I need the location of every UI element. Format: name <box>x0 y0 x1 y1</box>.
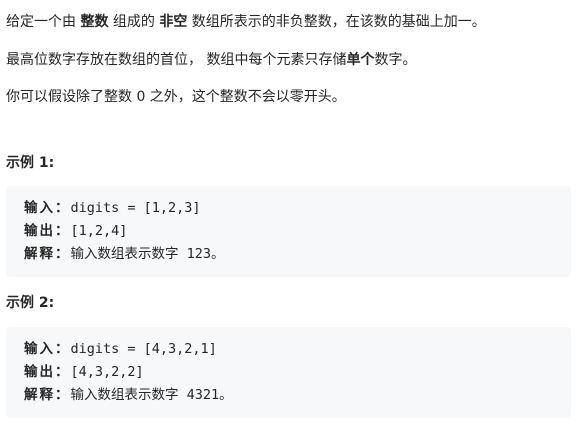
description-text: 组成的 <box>108 14 160 30</box>
example-1-output-value: [1,2,4] <box>70 223 128 239</box>
explanation-label: 解释： <box>24 387 71 403</box>
output-label: 输出： <box>24 364 71 380</box>
example-2-output-value: [4,3,2,2] <box>70 364 144 380</box>
example-1-explanation-value: 输入数组表示数字 123。 <box>70 246 225 262</box>
example-2-output-line: 输出：[4,3,2,2] <box>24 361 571 384</box>
example-1-code-block: 输入：digits = [1,2,3] 输出：[1,2,4] 解释：输入数组表示… <box>6 186 571 277</box>
description-text: 数组所表示的非负整数，在该数的基础上加一。 <box>187 14 486 30</box>
example-1-input-value: digits = [1,2,3] <box>70 200 201 216</box>
explanation-label: 解释： <box>24 246 71 262</box>
emphasis-non-empty: 非空 <box>159 14 188 30</box>
emphasis-integer: 整数 <box>80 14 109 30</box>
input-label: 输入： <box>24 341 71 357</box>
example-1-output-line: 输出：[1,2,4] <box>24 220 571 243</box>
description-text: 最高位数字存放在数组的首位， 数组中每个元素只存储 <box>6 52 347 68</box>
description-text: 数字。 <box>374 52 417 68</box>
problem-description: 给定一个由 整数 组成的 非空 数组所表示的非负整数，在该数的基础上加一。 最高… <box>0 0 588 429</box>
emphasis-single: 单个 <box>346 52 375 68</box>
description-text: 给定一个由 <box>6 14 81 30</box>
example-2-explanation-line: 解释：输入数组表示数字 4321。 <box>24 384 571 407</box>
example-2-input-value: digits = [4,3,2,1] <box>70 341 217 357</box>
example-2-input-line: 输入：digits = [4,3,2,1] <box>24 338 571 361</box>
description-paragraph-2: 最高位数字存放在数组的首位， 数组中每个元素只存储单个数字。 <box>6 50 416 70</box>
description-paragraph-1: 给定一个由 整数 组成的 非空 数组所表示的非负整数，在该数的基础上加一。 <box>6 12 486 32</box>
description-paragraph-3: 你可以假设除了整数 0 之外，这个整数不会以零开头。 <box>6 89 346 105</box>
example-2-code-block: 输入：digits = [4,3,2,1] 输出：[4,3,2,2] 解释：输入… <box>6 327 571 418</box>
input-label: 输入： <box>24 200 71 216</box>
example-2-title: 示例 2: <box>6 295 55 311</box>
output-label: 输出： <box>24 223 71 239</box>
example-2-explanation-value: 输入数组表示数字 4321。 <box>70 387 233 403</box>
example-1-input-line: 输入：digits = [1,2,3] <box>24 197 571 220</box>
example-1-explanation-line: 解释：输入数组表示数字 123。 <box>24 243 571 266</box>
example-1-title: 示例 1: <box>6 155 55 171</box>
